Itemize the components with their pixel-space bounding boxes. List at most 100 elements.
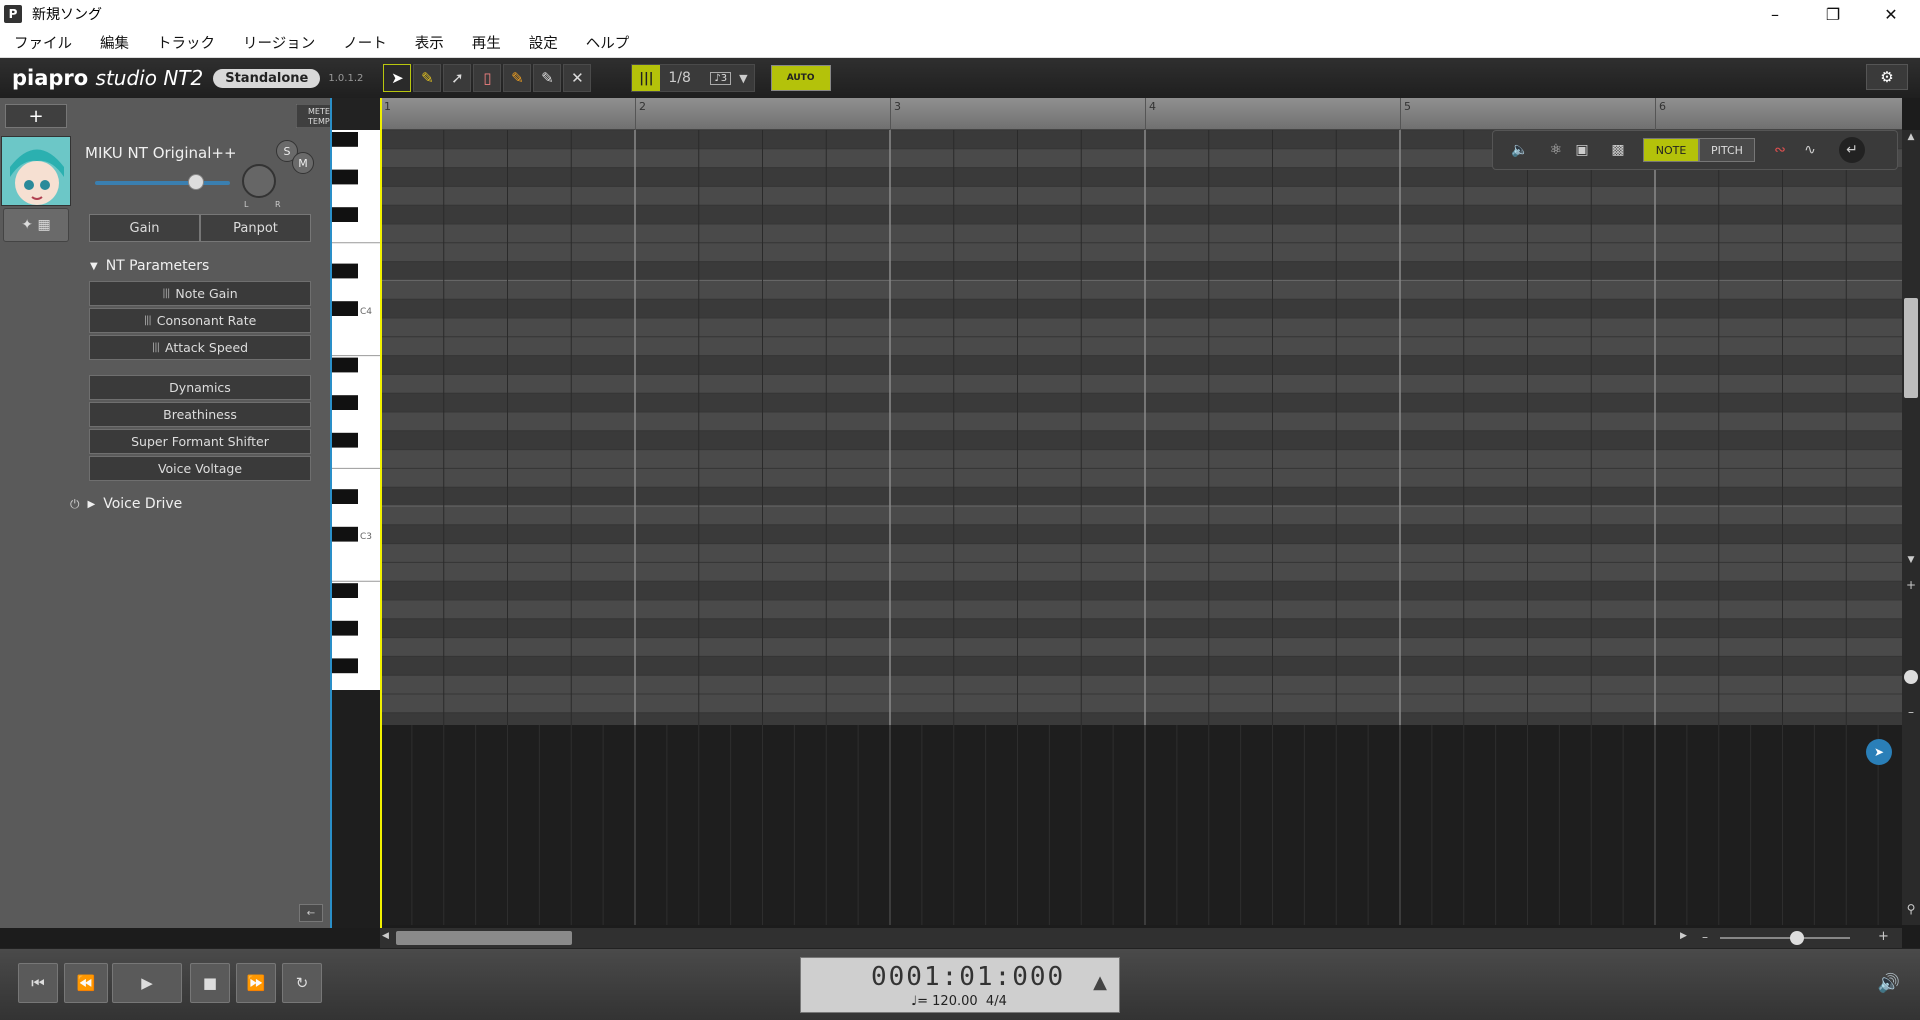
collapse-panel-button[interactable]: ← — [299, 904, 323, 922]
note-mode-button[interactable]: NOTE — [1643, 138, 1699, 162]
grid-selector[interactable]: ||| 1/8 ♪3 ▼ — [631, 64, 755, 92]
black-key[interactable] — [332, 489, 358, 504]
vertical-scrollbar[interactable]: ▲ ▼ + – ⚲ — [1902, 130, 1920, 925]
horizontal-scroll-thumb[interactable] — [396, 931, 572, 945]
param-voice-voltage[interactable]: Voice Voltage — [89, 456, 311, 481]
go-to-start-button[interactable]: ⏮ — [18, 963, 58, 1003]
scroll-left-icon[interactable]: ◀ — [382, 931, 389, 941]
highlight-tool-button[interactable]: ✎ — [503, 64, 532, 92]
nt-parameters-header[interactable]: ▼ NT Parameters — [90, 258, 209, 274]
menu-region[interactable]: リージョン — [229, 32, 329, 53]
metronome-icon[interactable]: ▲ — [1093, 972, 1107, 993]
overlay-icon[interactable]: ▩ — [1605, 137, 1631, 163]
lyrics-icon[interactable]: ⚛ — [1543, 137, 1569, 163]
black-key[interactable] — [332, 263, 358, 279]
delete-tool-button[interactable]: ✕ — [563, 64, 592, 92]
black-key[interactable] — [332, 132, 358, 147]
lane-fish-button[interactable]: ➤ — [1866, 739, 1892, 765]
horizontal-zoom-out-icon[interactable]: – — [1702, 930, 1708, 944]
param-breathiness[interactable]: Breathiness — [89, 402, 311, 427]
speaker-icon[interactable]: 🔈 — [1507, 137, 1533, 163]
restore-button[interactable]: ❐ — [1804, 0, 1862, 28]
line-tool-button[interactable]: ➚ — [443, 64, 472, 92]
stop-button[interactable]: ■ — [190, 963, 230, 1003]
singer-avatar[interactable] — [1, 136, 71, 206]
zoom-in-icon[interactable]: + — [1904, 578, 1918, 592]
volume-slider-thumb[interactable] — [187, 174, 204, 190]
menu-track[interactable]: トラック — [143, 32, 229, 53]
play-button[interactable]: ▶ — [112, 963, 182, 1003]
black-key[interactable] — [332, 395, 358, 410]
black-key[interactable] — [332, 658, 358, 674]
black-key[interactable] — [332, 583, 358, 598]
chevron-down-icon[interactable]: ▼ — [739, 72, 747, 85]
menu-bar: ファイル 編集 トラック リージョン ノート 表示 再生 設定 ヘルプ — [0, 28, 1920, 58]
black-key[interactable] — [332, 432, 358, 448]
vertical-zoom-thumb[interactable] — [1904, 670, 1918, 684]
phoneme-icon[interactable]: ▣ — [1569, 137, 1595, 163]
power-icon[interactable]: ⏻ — [70, 497, 80, 512]
zoom-out-icon[interactable]: – — [1904, 705, 1918, 719]
black-key[interactable] — [332, 357, 358, 373]
menu-help[interactable]: ヘルプ — [572, 32, 644, 53]
gain-button[interactable]: Gain — [89, 214, 200, 242]
tempo-meter-readout[interactable]: ♩= 120.00 4/4 — [911, 994, 1007, 1009]
step-curve-icon[interactable]: ∿ — [1797, 137, 1823, 163]
horizontal-zoom-thumb[interactable] — [1790, 931, 1804, 945]
scroll-right-icon[interactable]: ▶ — [1680, 931, 1687, 941]
minimize-button[interactable]: – — [1746, 0, 1804, 28]
select-tool-button[interactable]: ➤ — [383, 64, 412, 92]
master-volume-icon[interactable]: 🔊 — [1878, 973, 1900, 994]
param-dynamics[interactable]: Dynamics — [89, 375, 311, 400]
triplet-toggle[interactable]: ♪3 — [710, 71, 732, 85]
mute-button[interactable]: M — [292, 152, 314, 174]
knife-tool-button[interactable]: ✎ — [533, 64, 562, 92]
pitch-mode-button[interactable]: PITCH — [1699, 138, 1755, 162]
menu-note[interactable]: ノート — [329, 32, 401, 53]
eraser-tool-button[interactable]: ▯ — [473, 64, 502, 92]
scroll-down-icon[interactable]: ▼ — [1904, 555, 1918, 567]
rewind-button[interactable]: ⏪ — [64, 963, 108, 1003]
add-track-button[interactable]: + — [5, 104, 67, 128]
menu-playback[interactable]: 再生 — [458, 32, 515, 53]
param-note-gain[interactable]: ||| Note Gain — [89, 281, 311, 306]
black-key[interactable] — [332, 620, 358, 636]
settings-button[interactable]: ⚙ — [1866, 64, 1908, 90]
piano-roll-grid[interactable] — [379, 129, 1911, 732]
horizontal-scrollbar[interactable]: ◀ ▶ – + — [380, 928, 1902, 948]
black-key[interactable] — [332, 207, 358, 222]
volume-slider[interactable] — [95, 174, 230, 190]
timeline-ruler[interactable]: 1 2 3 4 5 6 — [380, 98, 1902, 130]
scroll-up-icon[interactable]: ▲ — [1904, 132, 1918, 144]
black-key[interactable] — [332, 526, 358, 542]
auto-button[interactable]: AUTO — [770, 65, 831, 91]
black-key[interactable] — [332, 169, 358, 185]
param-attack-speed[interactable]: ||| Attack Speed — [89, 335, 311, 360]
vertical-scroll-thumb[interactable] — [1904, 298, 1918, 398]
black-key[interactable] — [332, 301, 358, 316]
pitch-curve-icon[interactable]: ∾ — [1767, 137, 1793, 163]
menu-view[interactable]: 表示 — [401, 32, 458, 53]
horizontal-zoom-in-icon[interactable]: + — [1878, 929, 1889, 944]
key-row — [380, 205, 1902, 224]
loop-button[interactable]: ↻ — [282, 963, 322, 1003]
close-button[interactable]: ✕ — [1862, 0, 1920, 28]
menu-file[interactable]: ファイル — [0, 32, 86, 53]
voice-drive-header[interactable]: ⏻ ▶ Voice Drive — [70, 496, 182, 512]
param-super-formant-shifter[interactable]: Super Formant Shifter — [89, 429, 311, 454]
return-icon[interactable]: ↵ — [1839, 137, 1865, 163]
param-consonant-rate[interactable]: ||| Consonant Rate — [89, 308, 311, 333]
menu-edit[interactable]: 編集 — [86, 32, 143, 53]
menu-settings[interactable]: 設定 — [515, 32, 572, 53]
key-row — [380, 299, 1902, 318]
search-icon[interactable]: ⚲ — [1904, 902, 1918, 916]
horizontal-zoom-slider[interactable] — [1720, 937, 1850, 939]
panpot-button[interactable]: Panpot — [200, 214, 311, 242]
playhead[interactable] — [380, 98, 382, 928]
piano-keyboard[interactable]: C4 C3 — [330, 98, 380, 928]
effects-button[interactable]: ✦ ▦ — [3, 208, 69, 242]
fast-forward-button[interactable]: ⏩ — [236, 963, 276, 1003]
pencil-tool-button[interactable]: ✎ — [413, 64, 442, 92]
pan-knob[interactable] — [242, 164, 276, 198]
parameter-lane[interactable]: ➤ — [379, 725, 1911, 925]
